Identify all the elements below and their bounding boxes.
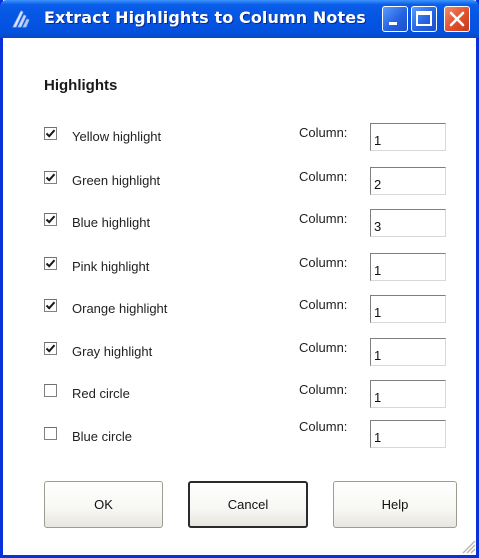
column-label-gray: Column: [299,340,348,355]
checkmark-icon [45,173,56,182]
label-orange-highlight: Orange highlight [72,301,168,316]
column-label-blue-circle: Column: [299,419,348,434]
column-label-blue: Column: [299,211,348,226]
column-label-red-circle: Column: [299,382,348,397]
minimize-button[interactable] [382,6,408,32]
checkbox-orange-highlight[interactable] [44,299,57,312]
cancel-button[interactable]: Cancel [188,481,308,528]
checkbox-gray-highlight[interactable] [44,342,57,355]
checkbox-blue-highlight[interactable] [44,213,57,226]
checkmark-icon [45,301,56,310]
minimize-icon [389,22,397,25]
label-yellow-highlight: Yellow highlight [72,129,162,144]
label-pink-highlight: Pink highlight [72,259,150,274]
close-button[interactable] [444,6,470,32]
help-button[interactable]: Help [333,481,457,528]
resize-grip-icon[interactable] [458,536,476,554]
title-bar[interactable]: Extract Highlights to Column Notes [0,0,479,38]
ok-button[interactable]: OK [44,481,163,528]
window-title: Extract Highlights to Column Notes [44,8,366,27]
checkmark-icon [45,259,56,268]
column-input-gray[interactable] [370,338,446,366]
close-icon [449,11,465,27]
extract-app-icon [12,10,30,28]
maximize-button[interactable] [411,6,437,32]
column-label-pink: Column: [299,255,348,270]
checkmark-icon [45,129,56,138]
column-input-red-circle[interactable] [370,380,446,408]
column-input-blue-circle[interactable] [370,420,446,448]
label-blue-circle: Blue circle [72,429,132,444]
maximize-icon [416,11,432,26]
label-green-highlight: Green highlight [72,173,161,188]
label-red-circle: Red circle [72,386,130,401]
column-input-green[interactable] [370,167,446,195]
label-blue-highlight: Blue highlight [72,215,151,230]
column-input-blue[interactable] [370,209,446,237]
highlights-section-title: Highlights [44,77,118,94]
checkmark-icon [45,344,56,353]
checkbox-green-highlight[interactable] [44,171,57,184]
checkbox-red-circle[interactable] [44,384,57,397]
checkbox-blue-circle[interactable] [44,427,57,440]
checkmark-icon [45,215,56,224]
checkbox-pink-highlight[interactable] [44,257,57,270]
column-label-yellow: Column: [299,125,348,140]
column-label-green: Column: [299,169,348,184]
label-gray-highlight: Gray highlight [72,344,153,359]
column-input-orange[interactable] [370,295,446,323]
column-input-yellow[interactable] [370,123,446,151]
column-label-orange: Column: [299,297,348,312]
checkbox-yellow-highlight[interactable] [44,127,57,140]
dialog-window: Extract Highlights to Column Notes Highl… [0,0,479,558]
column-input-pink[interactable] [370,253,446,281]
